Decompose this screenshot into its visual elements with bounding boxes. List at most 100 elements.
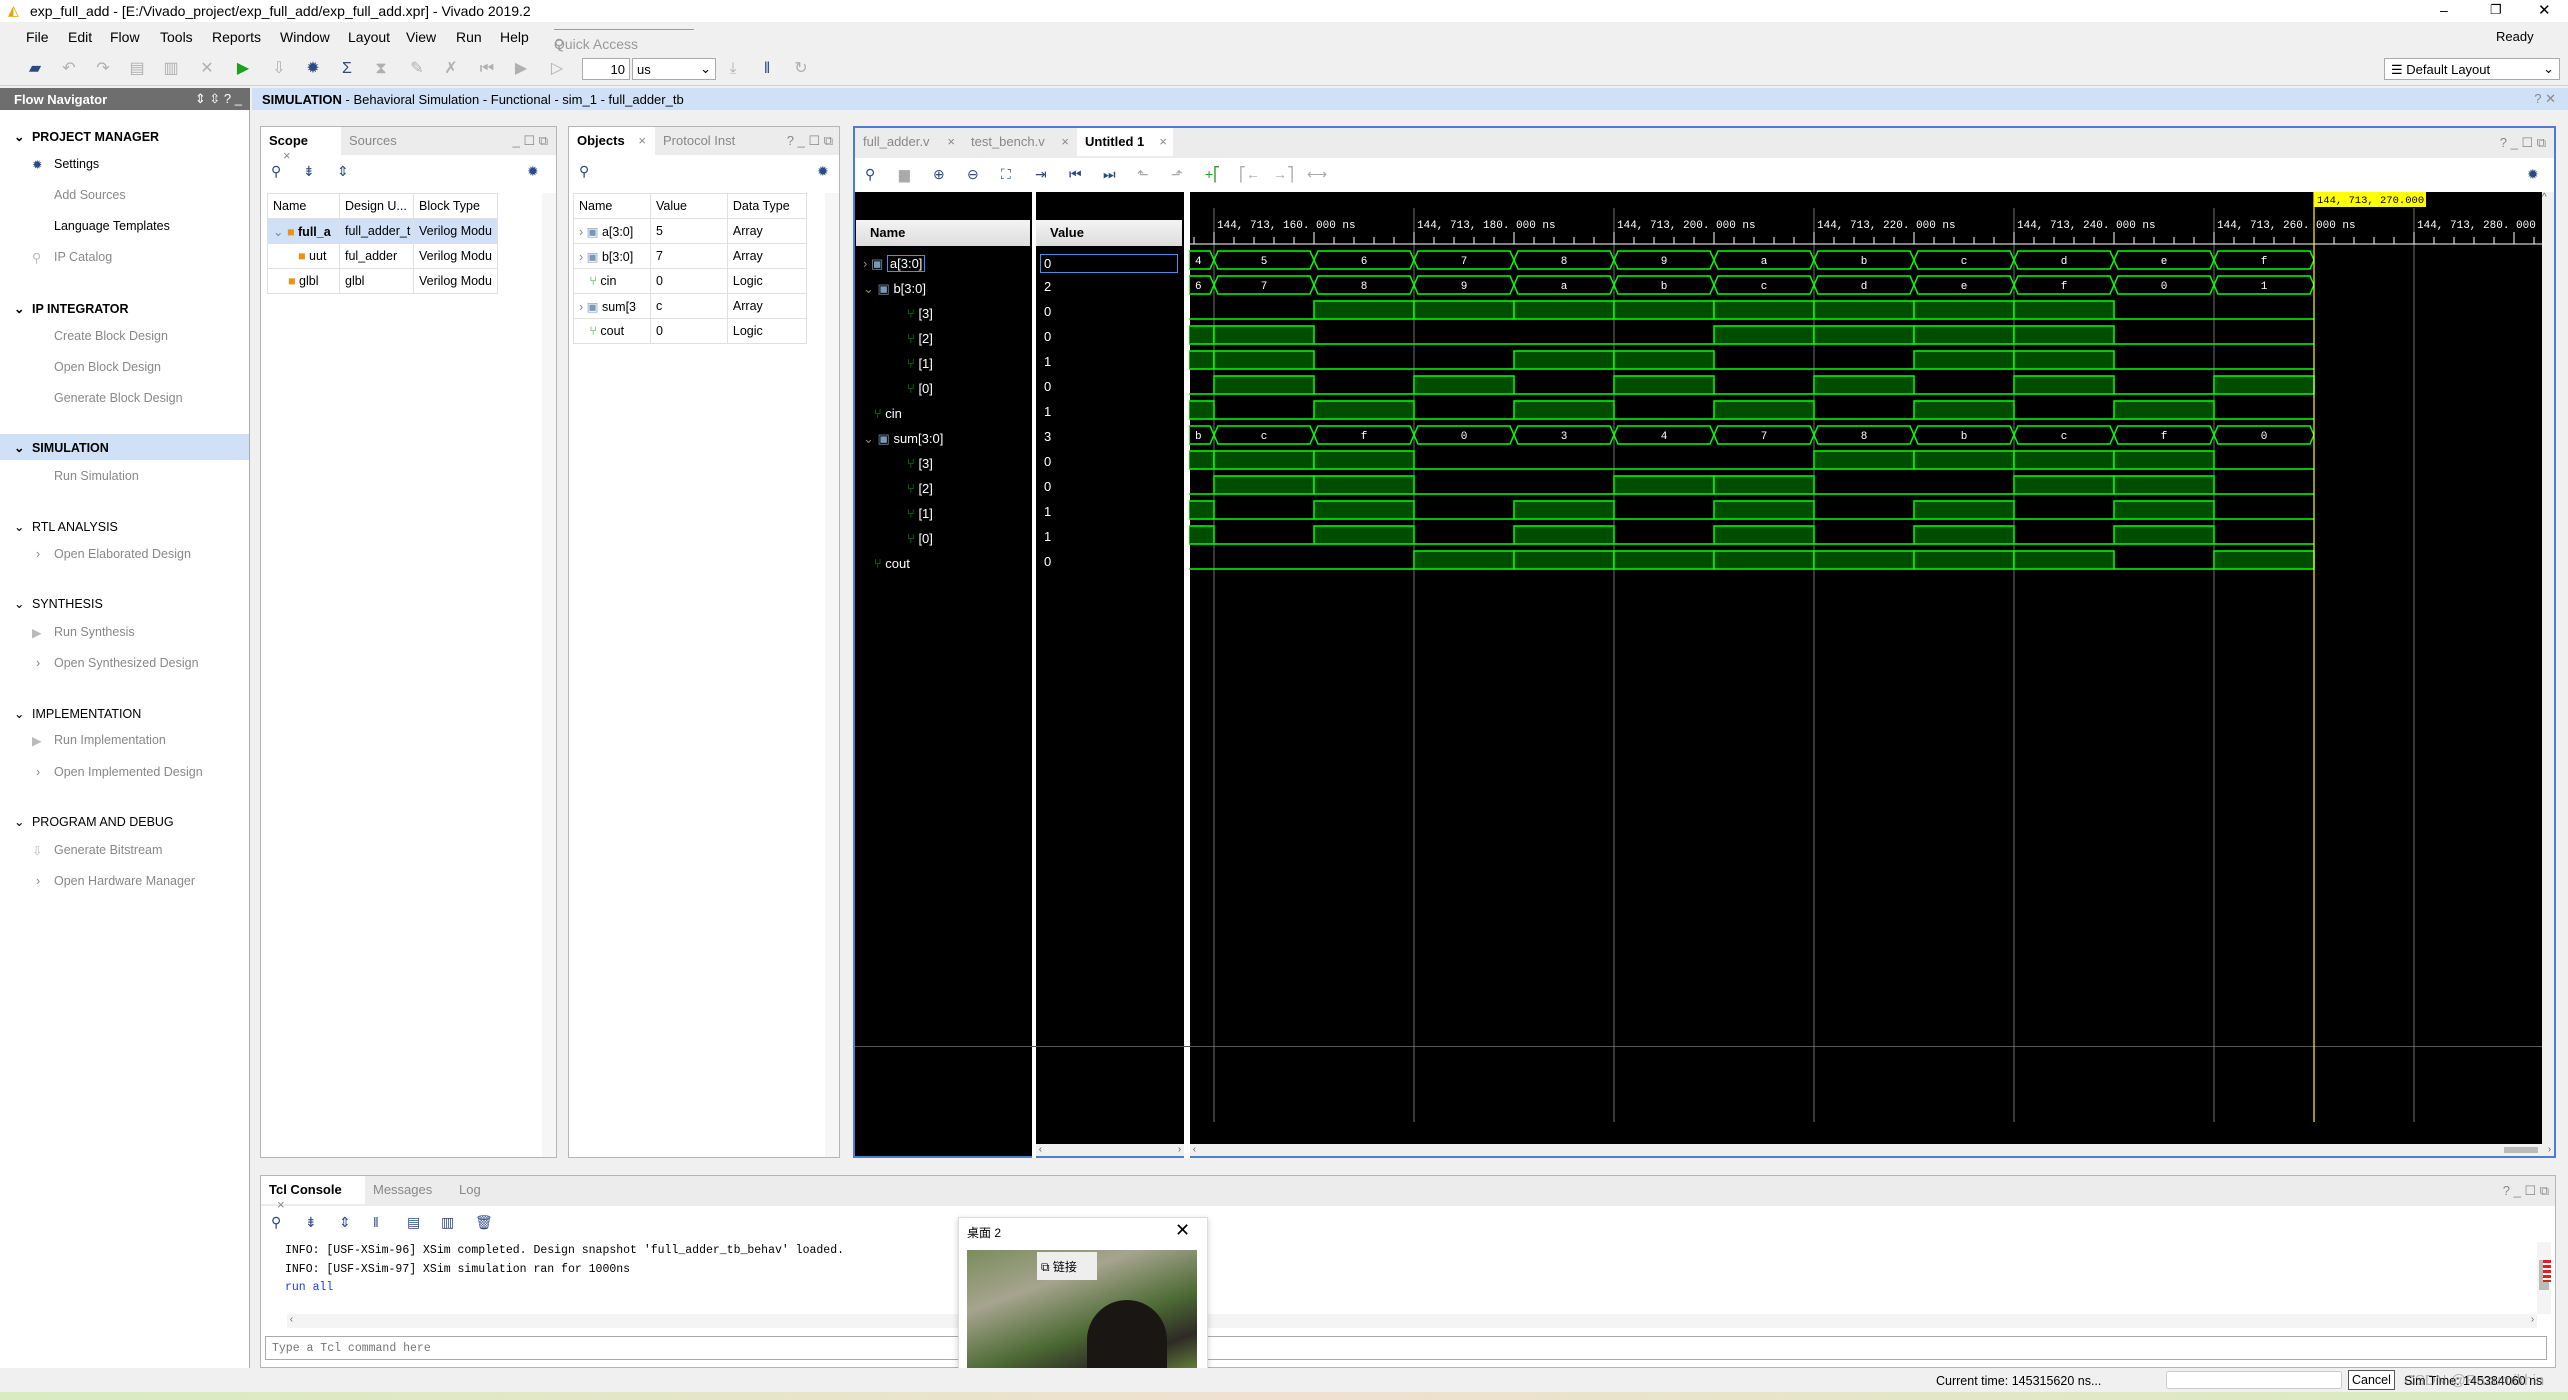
go-to-cursor-icon[interactable]: ⇥: [1035, 166, 1047, 183]
column-header[interactable]: Value: [649, 193, 728, 219]
restore-button[interactable]: ❐: [2490, 2, 2502, 18]
table-row[interactable]: › ▣ b[3:0] 7 Array: [573, 243, 808, 269]
chevron-right-icon[interactable]: ›: [36, 874, 40, 888]
run-all-icon[interactable]: ▶: [510, 58, 532, 80]
panel-window-controls-icon[interactable]: _ ☐ ⧉: [513, 133, 548, 149]
minimize-button[interactable]: –: [2440, 2, 2448, 18]
wave-vertical-scrollbar[interactable]: ^: [2542, 192, 2554, 1144]
zoom-in-icon[interactable]: ⊕: [933, 166, 945, 183]
flow-item-open-synthesized-design[interactable]: › Open Synthesized Design: [0, 650, 249, 676]
flow-section-simulation[interactable]: ⌄ SIMULATION: [0, 434, 249, 460]
chevron-right-icon[interactable]: ›: [579, 300, 583, 314]
panel-window-controls-icon[interactable]: ? _ ☐ ⧉: [2500, 135, 2546, 151]
flow-section-implementation[interactable]: ⌄ IMPLEMENTATION: [0, 700, 249, 726]
tab-log[interactable]: Log: [451, 1176, 489, 1204]
signal-row[interactable]: ⑂ [1]: [907, 506, 933, 521]
menu-file[interactable]: File: [26, 29, 49, 45]
tab-scope[interactable]: Scope ×: [261, 127, 341, 163]
link-button[interactable]: ⧉ 链接: [1037, 1252, 1097, 1280]
close-icon[interactable]: ×: [638, 133, 646, 148]
chevron-right-icon[interactable]: ›: [863, 256, 867, 271]
column-header[interactable]: Block Type: [413, 193, 498, 219]
signal-row[interactable]: ⌄ ▣ sum[3:0]: [863, 431, 943, 447]
open-project-icon[interactable]: ▰: [24, 58, 46, 80]
menu-edit[interactable]: Edit: [68, 29, 92, 45]
sigma-icon[interactable]: Σ: [336, 58, 358, 80]
chevron-right-icon[interactable]: ›: [579, 250, 583, 264]
desktop-thumbnail[interactable]: ⧉ 链接: [967, 1250, 1197, 1374]
flow-section-rtl-analysis[interactable]: ⌄ RTL ANALYSIS: [0, 513, 249, 539]
flow-section-synthesis[interactable]: ⌄ SYNTHESIS: [0, 590, 249, 616]
chevron-down-icon[interactable]: ⌄: [863, 431, 874, 446]
table-row[interactable]: ■ glbl glbl Verilog Modu: [267, 268, 498, 294]
flow-item-open-implemented-design[interactable]: › Open Implemented Design: [0, 759, 249, 785]
signal-row[interactable]: ⑂ [2]: [907, 331, 933, 346]
flow-item-run-synthesis[interactable]: ▶ Run Synthesis: [0, 619, 249, 645]
close-icon[interactable]: ×: [1061, 134, 1069, 149]
search-icon[interactable]: ⚲: [865, 166, 875, 183]
chevron-right-icon[interactable]: ›: [36, 547, 40, 561]
chevron-down-icon[interactable]: ⌄: [273, 225, 283, 239]
step-icon[interactable]: ⤓: [722, 58, 744, 80]
trash-icon[interactable]: 🗑: [475, 1214, 493, 1231]
chevron-down-icon[interactable]: ⌄: [14, 815, 24, 829]
panel-window-controls-icon[interactable]: ? _ ☐ ⧉: [2503, 1183, 2549, 1199]
signal-row[interactable]: ⑂ cin: [863, 406, 902, 421]
name-column-header[interactable]: Name: [856, 220, 1030, 246]
run-time-input[interactable]: 10: [582, 58, 630, 80]
signal-row[interactable]: ⑂ cout: [863, 556, 910, 571]
tab-tcl-console[interactable]: Tcl Console ×: [261, 1176, 365, 1212]
collapse-all-icon[interactable]: ⇟: [305, 1214, 317, 1231]
tab-untitled-1[interactable]: Untitled 1 ×: [1077, 128, 1173, 156]
break-icon[interactable]: ‖: [756, 58, 778, 80]
wave-horizontal-scrollbar[interactable]: ‹ ›: [1190, 1144, 2554, 1156]
delete-icon[interactable]: ✕: [196, 58, 218, 80]
go-to-start-icon[interactable]: ⏮: [1069, 166, 1082, 183]
chevron-right-icon[interactable]: ›: [579, 225, 583, 239]
flow-section-ip-integrator[interactable]: ⌄ IP INTEGRATOR: [0, 295, 249, 321]
signal-row[interactable]: ⑂ [3]: [907, 306, 933, 321]
hourglass-icon[interactable]: ⧗: [370, 58, 392, 80]
add-marker-icon[interactable]: +⎡: [1205, 166, 1220, 183]
column-header[interactable]: Data Type: [726, 193, 808, 219]
signal-row[interactable]: ⑂ [3]: [907, 456, 933, 471]
bitstream-icon[interactable]: ⇩: [268, 58, 290, 80]
tab-protocol-inst[interactable]: Protocol Inst: [655, 127, 743, 155]
settings-gear-icon[interactable]: ✹: [302, 58, 324, 80]
signal-row[interactable]: ⑂ [2]: [907, 481, 933, 496]
flow-item-add-sources[interactable]: Add Sources: [0, 182, 249, 208]
paste-icon[interactable]: ▥: [160, 58, 182, 80]
tcl-command-input[interactable]: [265, 1336, 2547, 1360]
tab-full-adder-v[interactable]: full_adder.v ×: [855, 128, 961, 156]
flow-item-create-block-design[interactable]: Create Block Design: [0, 323, 249, 349]
flow-item-settings[interactable]: ✹ Settings: [0, 151, 249, 177]
chevron-down-icon[interactable]: ⌄: [14, 520, 24, 534]
console-horizontal-scrollbar[interactable]: ‹ ›: [287, 1314, 2537, 1328]
flow-item-open-block-design[interactable]: Open Block Design: [0, 354, 249, 380]
chevron-right-icon[interactable]: ›: [36, 765, 40, 779]
flow-item-generate-bitstream[interactable]: ⇩ Generate Bitstream: [0, 837, 249, 863]
tab-test-bench-v[interactable]: test_bench.v ×: [963, 128, 1075, 156]
previous-transition-icon[interactable]: ⬑: [1137, 166, 1149, 183]
next-transition-icon[interactable]: ⬏: [1171, 166, 1183, 183]
menu-layout[interactable]: Layout: [348, 29, 390, 45]
copy-icon[interactable]: ▤: [407, 1214, 420, 1231]
menu-window[interactable]: Window: [280, 29, 330, 45]
relaunch-icon[interactable]: ↻: [790, 58, 812, 80]
flow-item-open-elaborated-design[interactable]: › Open Elaborated Design: [0, 541, 249, 567]
close-button[interactable]: ✕: [2538, 1, 2551, 19]
column-header[interactable]: Name: [573, 193, 651, 219]
chevron-down-icon[interactable]: ⌄: [14, 597, 24, 611]
undo-icon[interactable]: ↶: [58, 58, 80, 80]
table-row[interactable]: ⑂ cout 0 Logic: [573, 318, 808, 344]
tab-messages[interactable]: Messages: [365, 1176, 440, 1204]
flow-item-generate-block-design[interactable]: Generate Block Design: [0, 385, 249, 411]
menu-view[interactable]: View: [406, 29, 436, 45]
signal-row[interactable]: › ▣ a[3:0]: [863, 255, 926, 272]
column-header[interactable]: Name: [267, 193, 340, 219]
tab-objects[interactable]: Objects ×: [569, 127, 655, 155]
pencil-icon[interactable]: ✎: [406, 58, 428, 80]
copy-icon[interactable]: ▤: [126, 58, 148, 80]
flow-section-project-manager[interactable]: ⌄ PROJECT MANAGER: [0, 123, 249, 149]
run-time-unit-select[interactable]: us ⌄: [632, 58, 716, 80]
